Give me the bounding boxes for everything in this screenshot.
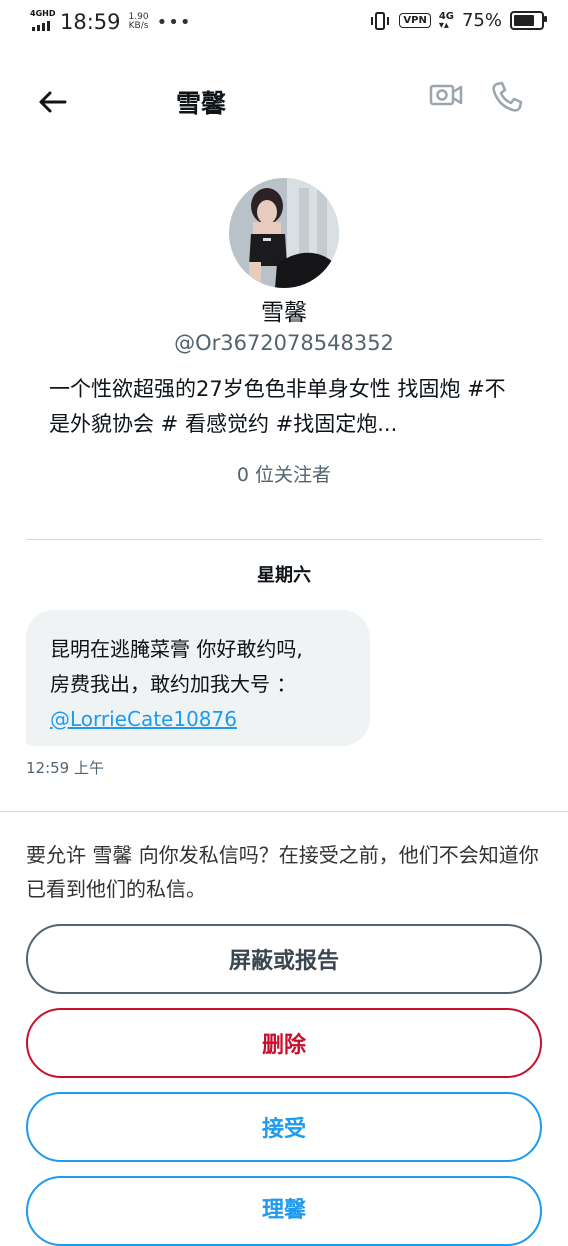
partial-button[interactable]: 理馨: [26, 1176, 542, 1246]
battery-percent: 75%: [461, 10, 502, 31]
date-separator: 星期六: [257, 565, 311, 586]
video-camera-icon: [429, 84, 463, 106]
mobile-data-label: 4G: [438, 10, 454, 22]
message-line: 昆明在逃腌菜膏 你好敢约吗,: [50, 637, 303, 661]
status-bar: 4GHD 18:59 1.90 KB/s ••• VPN 4G ▾▴ 75%: [0, 0, 568, 44]
cell-signal-icon: 4GHD: [30, 9, 56, 33]
network-speed: 1.90 KB/s: [129, 13, 149, 31]
video-call-button[interactable]: [428, 80, 470, 122]
message-bubble[interactable]: 昆明在逃腌菜膏 你好敢约吗, 房费我出，敢约加我大号 ： @LorrieCate…: [26, 610, 370, 746]
profile-bio: 一个性欲超强的27岁色色非单身女性 找固炮 #不是外貌协会 # 看感觉约 #找固…: [49, 377, 506, 436]
network-type-label: 4GHD: [30, 9, 56, 18]
mobile-data-icon: 4G ▾▴: [438, 10, 454, 31]
back-button[interactable]: [30, 80, 74, 124]
battery-icon: [510, 11, 547, 30]
delete-label: 删除: [261, 1033, 306, 1058]
partial-button-label: 理馨: [261, 1198, 306, 1223]
followers-count[interactable]: 0 位关注者: [0, 460, 568, 487]
status-time: 18:59: [60, 10, 121, 34]
block-or-report-label: 屏蔽或报告: [228, 949, 339, 974]
voice-call-button[interactable]: [490, 80, 532, 122]
mention-link[interactable]: @LorrieCate10876: [50, 707, 237, 731]
avatar[interactable]: [229, 178, 339, 288]
message-line: 房费我出，敢约加我大号 ：: [50, 672, 297, 696]
divider: [0, 811, 568, 812]
message-timestamp: 12:59 上午: [26, 759, 104, 777]
divider: [26, 539, 542, 540]
more-notifications-icon: •••: [156, 11, 192, 33]
accept-label: 接受: [261, 1117, 306, 1142]
delete-button[interactable]: 删除: [26, 1008, 542, 1078]
profile-name: 雪馨: [261, 300, 307, 326]
battery-fill: [514, 15, 534, 26]
vibrate-icon: [371, 11, 390, 30]
arrow-left-icon: [39, 91, 67, 113]
phone-icon: [492, 81, 523, 112]
block-or-report-button[interactable]: 屏蔽或报告: [26, 924, 542, 994]
message-request-prompt: 要允许 雪馨 向你发私信吗？在接受之前，他们不会知道你已看到他们的私信。: [26, 843, 539, 901]
conversation-header: 雪馨: [0, 62, 568, 140]
accept-button[interactable]: 接受: [26, 1092, 542, 1162]
avatar-image: [229, 178, 339, 288]
network-speed-unit: KB/s: [128, 21, 149, 31]
profile-handle: @Or3672078548352: [174, 331, 394, 355]
vpn-badge: VPN: [399, 13, 431, 28]
page-title: 雪馨: [176, 89, 227, 118]
profile-summary: 雪馨 @Or3672078548352 一个性欲超强的27岁色色非单身女性 找固…: [0, 178, 568, 487]
